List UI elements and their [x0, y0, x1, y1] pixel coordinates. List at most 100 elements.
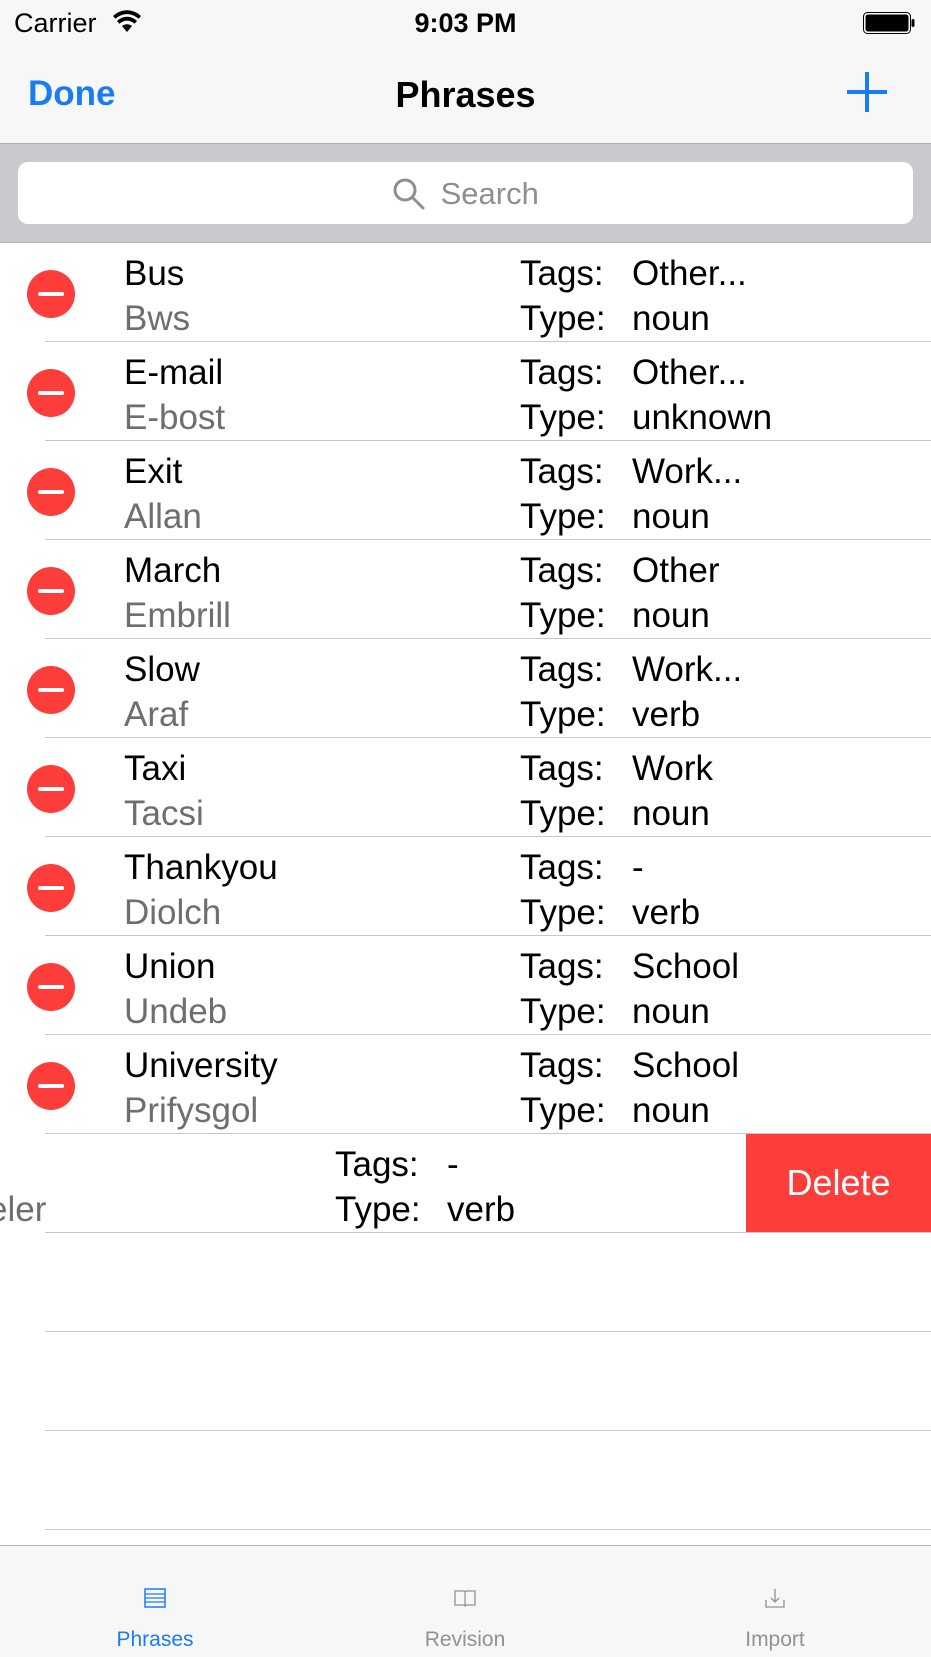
battery-icon — [863, 12, 915, 34]
tags-value: Work — [632, 749, 714, 788]
tags-value: School — [632, 1046, 740, 1085]
phrase-word: Slow — [124, 650, 200, 689]
phrase-translation: Diolch — [124, 893, 222, 932]
tags-label: Tags: — [520, 254, 604, 293]
type-value: verb — [447, 1190, 516, 1229]
phrase-translation: Prifysgol — [124, 1091, 259, 1130]
type-value: noun — [632, 497, 710, 536]
phrase-translation: Embrill — [124, 596, 231, 635]
book-icon — [454, 1590, 476, 1607]
list-icon — [144, 1588, 166, 1608]
list-item[interactable]: Union Undeb Tags: School Type: noun — [27, 936, 931, 1035]
empty-row — [45, 1431, 931, 1530]
tags-value: School — [632, 947, 740, 986]
type-value: noun — [632, 794, 710, 833]
phrase-word: Bus — [124, 254, 185, 293]
tags-label: Tags: — [335, 1145, 419, 1184]
empty-row — [45, 1332, 931, 1431]
type-value: verb — [632, 893, 701, 932]
phrase-word: Thankyou — [124, 848, 278, 887]
status-bar: Carrier 9:03 PM — [0, 0, 931, 46]
type-value: noun — [632, 596, 710, 635]
status-time: 9:03 PM — [414, 8, 517, 38]
tags-value: - — [447, 1145, 459, 1184]
tags-label: Tags: — [520, 749, 604, 788]
delete-toggle-button[interactable] — [27, 1062, 75, 1110]
list-item[interactable]: Bus Bws Tags: Other... Type: noun — [27, 243, 931, 342]
type-label: Type: — [335, 1190, 421, 1229]
type-value: noun — [632, 1091, 710, 1130]
empty-row — [45, 1233, 931, 1332]
type-label: Type: — [520, 794, 606, 833]
type-value: noun — [632, 992, 710, 1031]
delete-button[interactable]: Delete — [746, 1134, 931, 1232]
delete-toggle-button[interactable] — [27, 468, 75, 516]
tab-label: Phrases — [116, 1628, 194, 1651]
tab-label: Revision — [424, 1628, 506, 1651]
phrase-list: Bus Bws Tags: Other... Type: noun E-mail… — [0, 243, 931, 1530]
delete-toggle-button[interactable] — [27, 270, 75, 318]
list-item[interactable]: E-mail E-bost Tags: Other... Type: unkno… — [27, 342, 931, 441]
list-item[interactable]: Slow Araf Tags: Work... Type: verb — [27, 639, 931, 738]
tags-value: Work... — [632, 452, 743, 491]
phrase-translation: Araf — [124, 695, 189, 734]
phrase-word: E-mail — [124, 353, 224, 392]
type-label: Type: — [520, 497, 606, 536]
list-item[interactable]: March Embrill Tags: Other Type: noun — [27, 540, 931, 639]
search-icon — [393, 178, 425, 210]
navigation-bar: Done Phrases — [0, 46, 931, 144]
tab-phrases[interactable]: Phrases — [0, 1546, 310, 1657]
type-label: Type: — [520, 398, 606, 437]
type-label: Type: — [520, 992, 606, 1031]
phrase-translation: Bws — [124, 299, 191, 338]
delete-toggle-button[interactable] — [27, 567, 75, 615]
delete-toggle-button[interactable] — [27, 963, 75, 1011]
phrase-word: University — [124, 1046, 278, 1085]
phrase-translation: Tacsi — [124, 794, 204, 833]
list-item[interactable]: University Prifysgol Tags: School Type: … — [27, 1035, 931, 1134]
phrase-word: Union — [124, 947, 216, 986]
tags-value: - — [632, 848, 644, 887]
list-item[interactable]: Thankyou Diolch Tags: - Type: verb — [27, 837, 931, 936]
tags-value: Work... — [632, 650, 743, 689]
tags-label: Tags: — [520, 650, 604, 689]
phrase-word: Exit — [124, 452, 183, 491]
type-label: Type: — [520, 299, 606, 338]
phrase-word: Taxi — [124, 749, 187, 788]
phrase-translation: E-bost — [124, 398, 226, 437]
type-label: Type: — [520, 596, 606, 635]
delete-toggle-button[interactable] — [27, 864, 75, 912]
delete-toggle-button[interactable] — [27, 666, 75, 714]
tags-label: Tags: — [520, 947, 604, 986]
swiped-list-item[interactable]: t eler Tags: - Type: verb Delete — [0, 1134, 931, 1233]
tags-label: Tags: — [520, 353, 604, 392]
tags-value: Other — [632, 551, 720, 590]
tags-label: Tags: — [520, 452, 604, 491]
list-item[interactable]: Taxi Tacsi Tags: Work Type: noun — [27, 738, 931, 837]
tab-revision[interactable]: Revision — [310, 1546, 620, 1657]
type-value: verb — [632, 695, 701, 734]
tab-bar: Phrases Revision Import — [0, 1545, 931, 1657]
tab-import[interactable]: Import — [620, 1546, 930, 1657]
tags-label: Tags: — [520, 1046, 604, 1085]
search-bar: Search — [0, 144, 931, 243]
type-value: unknown — [632, 398, 773, 437]
tags-label: Tags: — [520, 551, 604, 590]
type-value: noun — [632, 299, 710, 338]
phrase-translation: eler — [0, 1190, 47, 1229]
tags-value: Other... — [632, 254, 747, 293]
plus-icon[interactable] — [845, 70, 889, 114]
search-placeholder: Search — [440, 176, 539, 211]
tags-label: Tags: — [520, 848, 604, 887]
type-label: Type: — [520, 1091, 606, 1130]
phrase-word: March — [124, 551, 222, 590]
tab-label: Import — [745, 1628, 805, 1651]
delete-toggle-button[interactable] — [27, 369, 75, 417]
type-label: Type: — [520, 695, 606, 734]
list-item[interactable]: Exit Allan Tags: Work... Type: noun — [27, 441, 931, 540]
search-input[interactable]: Search — [18, 162, 913, 224]
phrase-translation: Undeb — [124, 992, 228, 1031]
page-title: Phrases — [395, 74, 536, 115]
delete-toggle-button[interactable] — [27, 765, 75, 813]
download-icon — [765, 1589, 785, 1608]
